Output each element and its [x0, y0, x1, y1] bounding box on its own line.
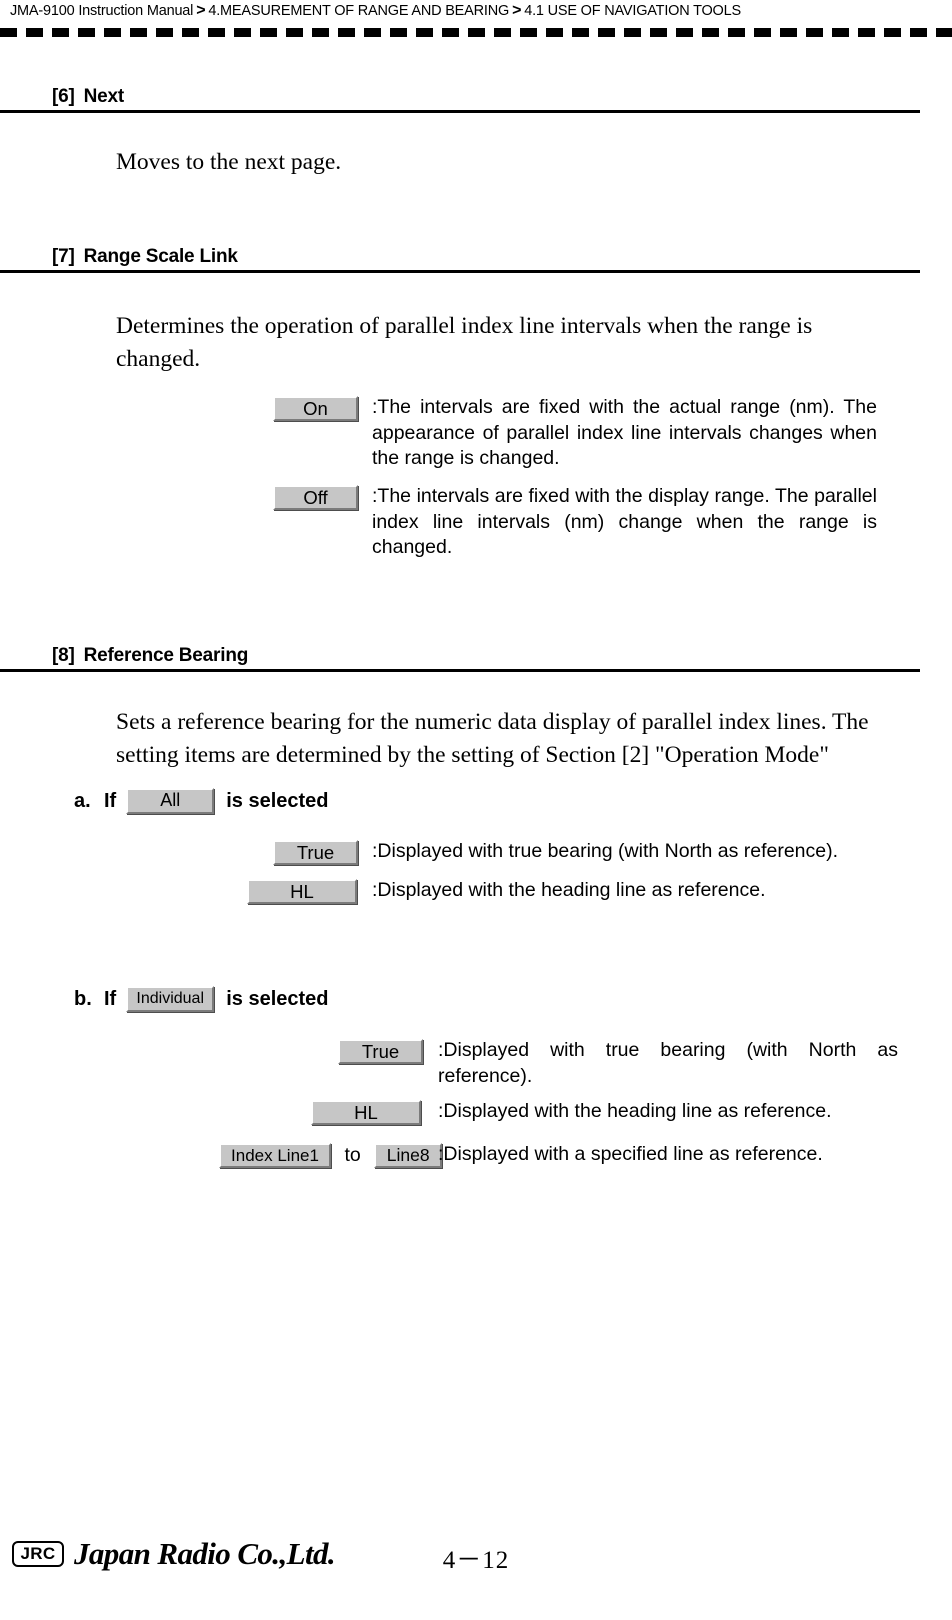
true-button-individual[interactable]: True	[338, 1039, 423, 1064]
breadcrumb-separator-1: >	[196, 2, 206, 19]
subsection-b-marker: b.	[74, 987, 92, 1010]
option-b-hl-description: :Displayed with the heading line as refe…	[438, 1100, 832, 1122]
button-a-true-cell: True	[273, 840, 358, 865]
hl-button-individual[interactable]: HL	[311, 1100, 421, 1125]
option-b-index-line-description: :Displayed with a specified line as refe…	[438, 1143, 823, 1165]
section-6-body: Moves to the next page.	[116, 149, 342, 175]
subsection-b-if-label: If	[104, 987, 117, 1010]
off-button[interactable]: Off	[273, 485, 358, 510]
button-a-hl-cell: HL	[247, 879, 357, 904]
section-heading-7: [7] Range Scale Link	[0, 246, 920, 273]
section-8-title: Reference Bearing	[83, 645, 249, 666]
button-index-line-cell: Index Line1 to Line8	[219, 1143, 443, 1168]
section-7-number: [7]	[52, 246, 75, 267]
option-off-description: :The intervals are fixed with the displa…	[372, 485, 877, 558]
section-6-title: Next	[83, 86, 125, 107]
section-8-body: Sets a reference bearing for the numeric…	[116, 709, 869, 768]
subsection-b-line: b. If Individual is selected	[74, 986, 329, 1012]
section-8-number: [8]	[52, 645, 75, 666]
index-line1-button[interactable]: Index Line1	[219, 1143, 331, 1168]
subsection-a-line: a. If All is selected	[74, 788, 329, 814]
breadcrumb-section: 4.1 USE OF NAVIGATION TOOLS	[524, 3, 741, 19]
button-off-cell: Off	[273, 485, 358, 510]
true-button[interactable]: True	[273, 840, 358, 865]
section-6-number: [6]	[52, 86, 75, 107]
breadcrumb-manual: JMA-9100 Instruction Manual	[10, 3, 194, 19]
option-a-true-description: :Displayed with true bearing (with North…	[372, 840, 839, 862]
section-heading-8: [8] Reference Bearing	[0, 645, 920, 672]
subsection-a-tail-label: is selected	[226, 789, 329, 812]
button-b-true-cell: True	[338, 1039, 423, 1064]
section-7-title: Range Scale Link	[83, 246, 238, 267]
subsection-a-if-label: If	[104, 789, 117, 812]
breadcrumb-chapter: 4.MEASUREMENT OF RANGE AND BEARING	[208, 3, 510, 19]
button-on-cell: On	[273, 396, 358, 421]
page-header: JMA-9100 Instruction Manual >4.MEASUREMEN…	[0, 0, 952, 40]
on-button[interactable]: On	[273, 396, 358, 421]
subsection-a-marker: a.	[74, 789, 91, 812]
index-line-connector: to	[344, 1144, 361, 1166]
subsection-b-tail-label: is selected	[226, 987, 329, 1010]
page-footer: JRC Japan Radio Co.,Ltd. 4－12	[0, 1536, 952, 1600]
all-button[interactable]: All	[126, 788, 215, 814]
breadcrumb-separator-2: >	[512, 2, 522, 19]
button-b-hl-cell: HL	[311, 1100, 421, 1125]
option-on-description: :The intervals are fixed with the actual…	[372, 396, 877, 469]
hl-button[interactable]: HL	[247, 879, 357, 904]
option-b-true-description: :Displayed with true bearing (with North…	[438, 1039, 898, 1087]
section-7-body: Determines the operation of parallel ind…	[116, 313, 813, 372]
page-number: 4－12	[442, 1547, 510, 1574]
line8-button[interactable]: Line8	[374, 1143, 443, 1168]
header-dashed-rule	[0, 28, 952, 37]
breadcrumb: JMA-9100 Instruction Manual >4.MEASUREMEN…	[10, 2, 741, 20]
individual-button[interactable]: Individual	[126, 986, 215, 1012]
section-heading-6: [6] Next	[0, 86, 920, 113]
option-a-hl-description: :Displayed with the heading line as refe…	[372, 879, 766, 901]
